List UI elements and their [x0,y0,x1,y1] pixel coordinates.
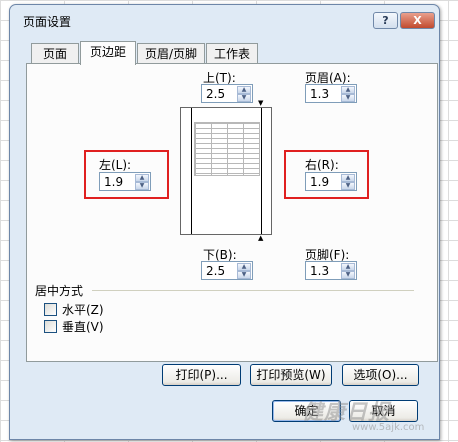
help-button[interactable]: ? [373,12,398,29]
preview-grid [194,122,260,176]
spin-down-icon[interactable]: ▼ [237,94,251,102]
right-margin-spinner[interactable]: 1.9 ▲ ▼ [305,172,357,191]
right-margin-label: 右(R): [305,158,339,172]
spin-down-icon[interactable]: ▼ [135,182,149,190]
close-button[interactable]: X [400,12,435,29]
header-marker-icon: ▼ [258,99,264,107]
footer-marker-icon: ▲ [258,234,264,242]
footer-margin-spinner[interactable]: 1.3 ▲ ▼ [305,261,357,280]
print-preview-button[interactable]: 打印预览(W) [250,364,332,386]
spin-up-icon[interactable]: ▲ [341,263,355,271]
left-margin-guide [191,108,192,234]
left-margin-label: 左(L): [99,158,132,172]
spin-up-icon[interactable]: ▲ [237,263,251,271]
spin-up-icon[interactable]: ▲ [237,86,251,94]
dialog-title: 页面设置 [23,15,72,29]
top-margin-spinner[interactable]: 2.5 ▲ ▼ [201,84,253,103]
print-button[interactable]: 打印(P)... [162,364,241,386]
bottom-margin-value[interactable]: 2.5 [206,264,225,278]
title-bar[interactable]: 页面设置 ? X [10,5,439,33]
spin-down-icon[interactable]: ▼ [341,94,355,102]
preview-page [180,107,272,235]
center-horizontal-checkbox[interactable] [44,303,57,316]
centering-group-title: 居中方式 [35,284,84,298]
center-vertical-label[interactable]: 垂直(V) [62,318,104,335]
right-margin-guide [261,108,262,234]
tab-page[interactable]: 页面 [31,43,79,63]
page-preview: ▼ ▲ [180,100,272,242]
spin-up-icon[interactable]: ▲ [341,86,355,94]
spin-down-icon[interactable]: ▼ [237,271,251,279]
header-margin-spinner[interactable]: 1.3 ▲ ▼ [305,84,357,103]
spin-down-icon[interactable]: ▼ [341,271,355,279]
right-margin-value[interactable]: 1.9 [310,175,329,189]
spin-up-icon[interactable]: ▲ [135,174,149,182]
spin-down-icon[interactable]: ▼ [341,182,355,190]
tab-header-footer[interactable]: 页眉/页脚 [137,43,205,63]
left-margin-spinner[interactable]: 1.9 ▲ ▼ [99,172,151,191]
tab-margins[interactable]: 页边距 [80,41,136,65]
options-button[interactable]: 选项(O)... [342,364,419,386]
tab-sheet[interactable]: 工作表 [206,43,258,63]
header-margin-value[interactable]: 1.3 [310,87,329,101]
centering-group-divider [92,290,414,291]
watermark-url: www.5ajk.com [352,422,425,433]
footer-margin-value[interactable]: 1.3 [310,264,329,278]
left-margin-value[interactable]: 1.9 [104,175,123,189]
bottom-margin-spinner[interactable]: 2.5 ▲ ▼ [201,261,253,280]
center-vertical-checkbox[interactable] [44,320,57,333]
top-margin-value[interactable]: 2.5 [206,87,225,101]
center-horizontal-label[interactable]: 水平(Z) [62,301,104,318]
spin-up-icon[interactable]: ▲ [341,174,355,182]
